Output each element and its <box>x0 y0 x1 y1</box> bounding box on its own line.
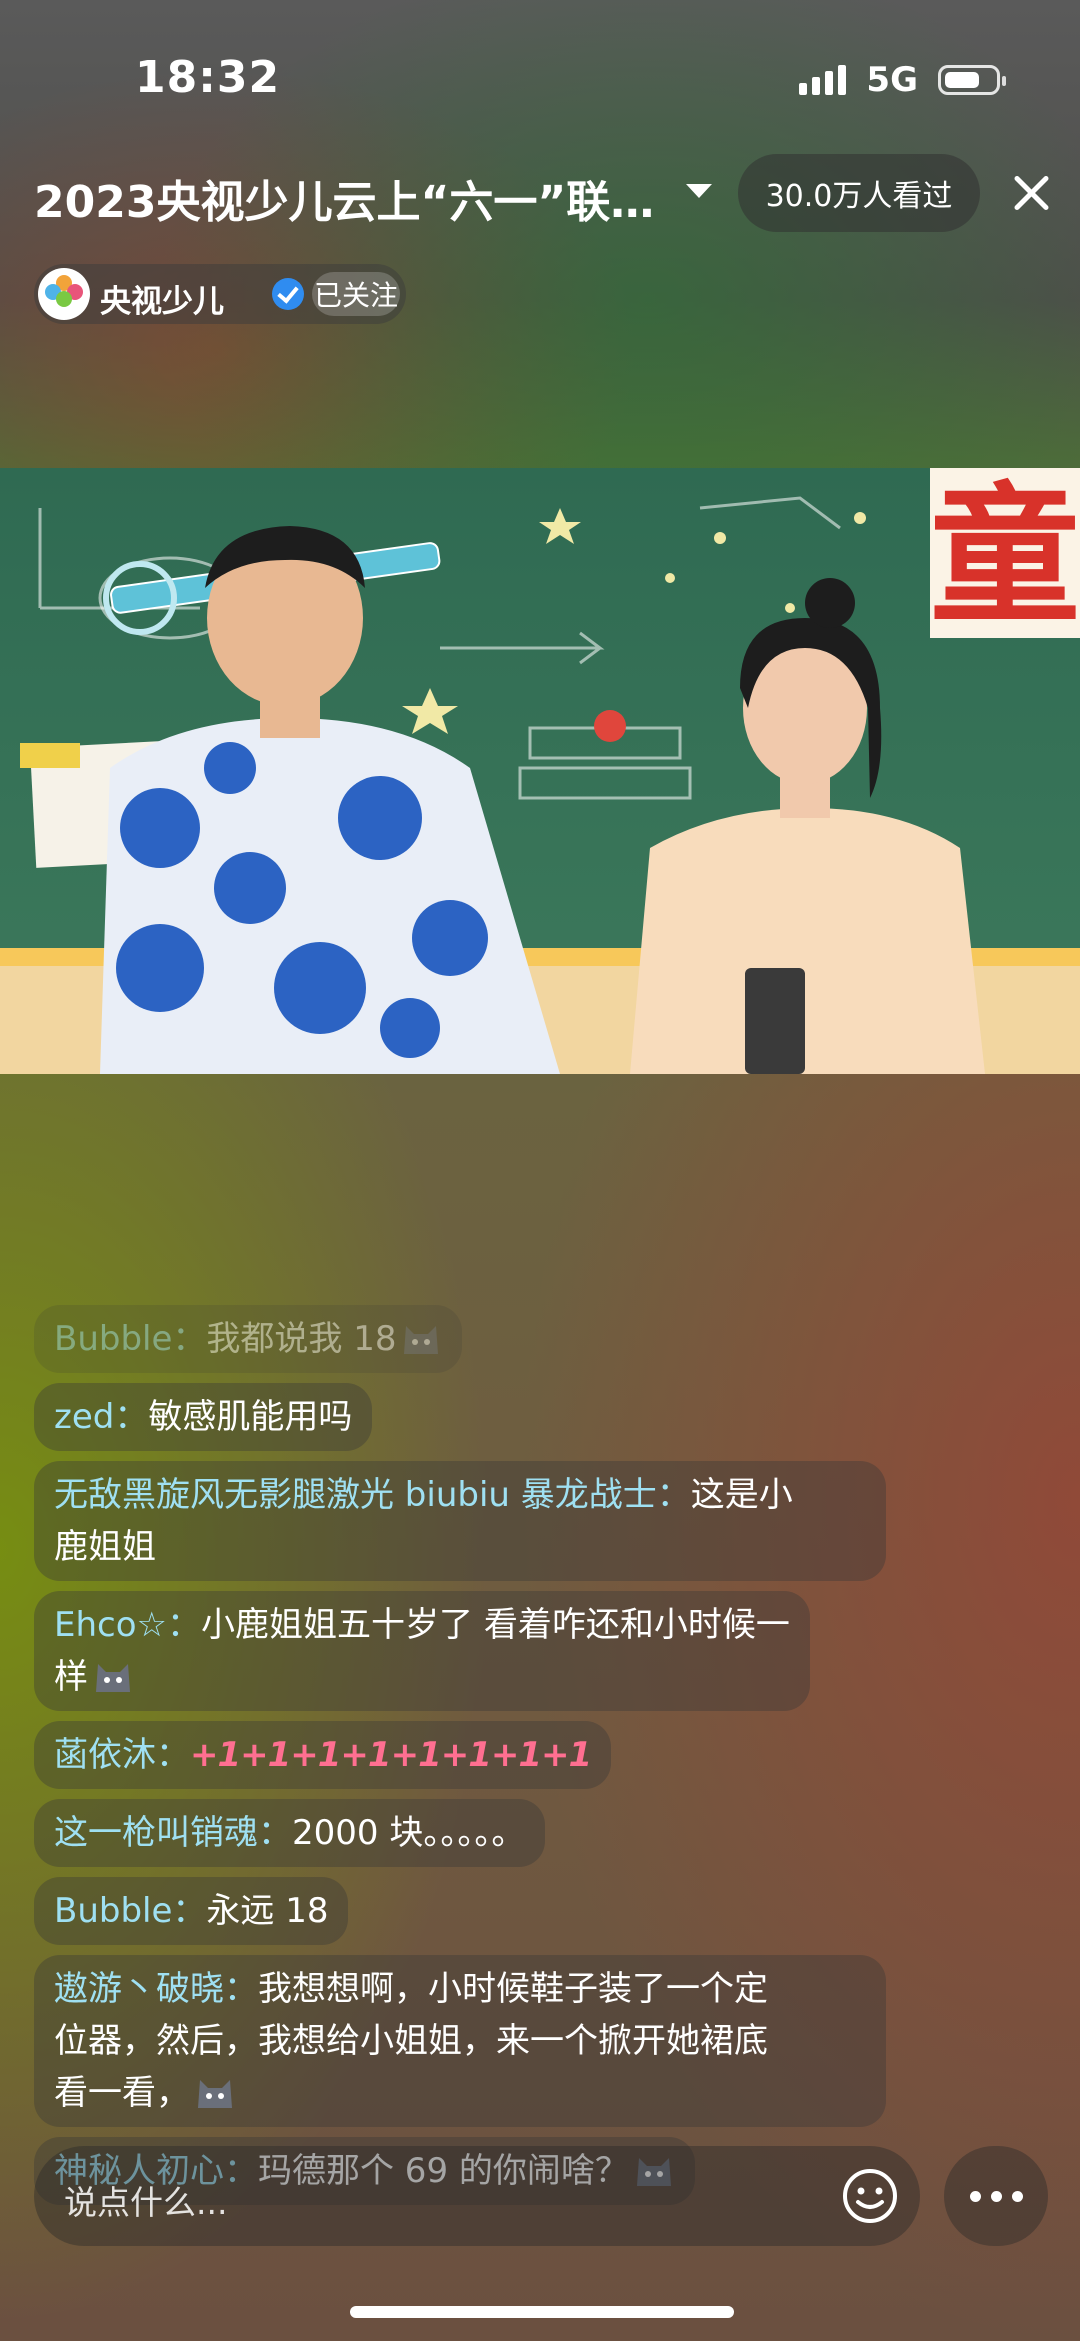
chat-username[interactable]: Bubble： <box>54 1891 206 1931</box>
chat-message: zed：敏感肌能用吗 <box>34 1383 373 1451</box>
chat-message: 这一枪叫销魂：2000 块。。。。。 <box>34 1799 546 1867</box>
channel-name[interactable]: 央视少儿 <box>100 276 224 321</box>
chat-text-line2: 鹿姐姐 <box>54 1527 156 1567</box>
cat-emoji-icon <box>96 1664 130 1692</box>
chat-text: 小鹿姐姐五十岁了 看着咋还和小时候一 <box>201 1605 790 1645</box>
battery-icon <box>938 65 1006 95</box>
chat-username[interactable]: Ehco☆： <box>54 1605 201 1645</box>
channel-chip[interactable]: 央视少儿 已关注 <box>34 264 406 324</box>
cat-emoji-icon <box>404 1326 439 1354</box>
chat-username[interactable]: 无敌黑旋风无影腿激光 biubiu 暴龙战士： <box>54 1475 691 1515</box>
network-type: 5G <box>866 60 918 100</box>
chat-text: 2000 块。。。。。 <box>292 1813 526 1853</box>
video-frame-illustration: 童 <box>0 468 1080 1074</box>
chat-username[interactable]: 菡依沐： <box>54 1735 190 1775</box>
chat-message: 无敌黑旋风无影腿激光 biubiu 暴龙战士：这是小鹿姐姐 <box>34 1461 886 1581</box>
chat-message: Bubble：永远 18 <box>34 1877 349 1945</box>
chevron-down-icon[interactable] <box>686 184 712 198</box>
chat-text: 永远 18 <box>206 1891 329 1931</box>
status-icons: 5G <box>799 60 1006 100</box>
chat-username[interactable]: zed： <box>54 1397 148 1437</box>
chat-message: 菡依沐：+1+1+1+1+1+1+1+1 <box>34 1721 612 1789</box>
dot <box>1012 2191 1023 2202</box>
chat-text-line2: 样 <box>54 1657 88 1697</box>
verified-icon <box>272 278 304 310</box>
chat-text: 我想想啊，小时候鞋子装了一个定 <box>258 1969 768 2009</box>
scene-sign: 童 <box>930 470 1080 644</box>
chat-text: 敏感肌能用吗 <box>148 1397 353 1437</box>
dot <box>991 2191 1002 2202</box>
chat-list[interactable]: Bubble：我都说我 18 zed：敏感肌能用吗 无敌黑旋风无影腿激光 biu… <box>34 1305 934 2215</box>
chat-text-line2: 位器，然后，我想给小姐姐，来一个掀开她裙底 <box>54 2021 768 2061</box>
emoji-icon[interactable] <box>840 2166 900 2226</box>
chat-username[interactable]: 这一枪叫销魂： <box>54 1813 292 1853</box>
viewer-count-badge[interactable]: 30.0万人看过 <box>738 154 980 232</box>
chat-text: 我都说我 18 <box>206 1319 397 1359</box>
follow-button[interactable]: 已关注 <box>312 272 400 316</box>
live-title[interactable]: 2023央视少儿云上“六一”联… <box>34 166 654 230</box>
chat-message: Ehco☆：小鹿姐姐五十岁了 看着咋还和小时候一样 <box>34 1591 810 1711</box>
chat-text-line3: 看一看， <box>54 2073 190 2113</box>
video-player[interactable]: 童 <box>0 468 1080 1074</box>
chat-username[interactable]: 遨游丶破晓： <box>54 1969 258 2009</box>
status-time: 18:32 <box>135 52 281 103</box>
chat-message: Bubble：我都说我 18 <box>34 1305 463 1373</box>
home-indicator[interactable] <box>350 2306 734 2318</box>
signal-icon <box>799 65 847 95</box>
chat-message: 遨游丶破晓：我想想啊，小时候鞋子装了一个定位器，然后，我想给小姐姐，来一个掀开她… <box>34 1955 886 2127</box>
chat-text: 这是小 <box>690 1475 793 1515</box>
close-button[interactable] <box>1006 168 1056 218</box>
cat-emoji-icon <box>198 2080 232 2108</box>
dot <box>970 2191 981 2202</box>
comment-input-placeholder[interactable]: 说点什么... <box>64 2176 227 2224</box>
chat-username[interactable]: Bubble： <box>54 1319 206 1359</box>
chat-text: +1+1+1+1+1+1+1+1 <box>190 1735 592 1775</box>
more-options-button[interactable] <box>944 2146 1048 2246</box>
comment-input[interactable]: 说点什么... <box>34 2146 920 2246</box>
channel-logo[interactable] <box>38 268 90 320</box>
